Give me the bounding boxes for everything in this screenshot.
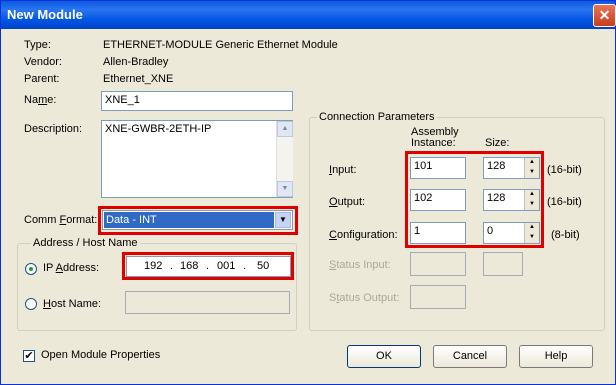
- open-module-properties-checkbox[interactable]: ✔: [23, 350, 35, 362]
- highlight-ip-address: [122, 252, 294, 280]
- status-output-label: Status Output:: [329, 292, 400, 304]
- help-button[interactable]: Help: [519, 345, 593, 368]
- parent-value: Ethernet_XNE: [103, 73, 174, 85]
- status-input-field[interactable]: [410, 252, 466, 276]
- scroll-up-icon[interactable]: ▲: [277, 121, 293, 137]
- output-label: Output:: [329, 196, 366, 208]
- status-output-field[interactable]: [410, 285, 466, 309]
- configuration-label: Configuration:: [329, 229, 398, 241]
- output-size-unit: (16-bit): [547, 196, 582, 208]
- ok-button[interactable]: OK: [347, 345, 421, 368]
- ip-address-label: IP Address:: [43, 262, 100, 274]
- input-size-unit: (16-bit): [547, 164, 582, 176]
- type-label: Type:: [24, 39, 51, 51]
- size-header: Size:: [485, 137, 510, 149]
- configuration-size-unit: (8-bit): [551, 229, 580, 241]
- description-textarea[interactable]: XNE-GWBR-2ETH-IP: [101, 120, 293, 198]
- parent-label: Parent:: [24, 73, 60, 85]
- instance-header: Instance:: [411, 137, 456, 149]
- title-bar[interactable]: New Module ✕: [1, 1, 616, 29]
- host-name-input[interactable]: [125, 291, 290, 314]
- connection-parameters-title: Connection Parameters: [317, 111, 437, 123]
- input-label: Input:: [329, 164, 357, 176]
- address-group-title: Address / Host Name: [31, 237, 140, 249]
- close-icon: ✕: [598, 7, 611, 23]
- description-label: Description:: [24, 123, 83, 135]
- close-button[interactable]: ✕: [593, 4, 616, 27]
- status-input-label: Status Input:: [329, 259, 391, 271]
- cancel-button[interactable]: Cancel: [433, 345, 507, 368]
- description-text: XNE-GWBR-2ETH-IP: [105, 123, 212, 135]
- new-module-dialog: New Module ✕ Type: ETHERNET-MODULE Gener…: [0, 0, 616, 385]
- status-input-size-field[interactable]: [483, 252, 523, 276]
- type-value: ETHERNET-MODULE Generic Ethernet Module: [103, 39, 338, 51]
- checkmark-icon: ✔: [24, 350, 34, 362]
- open-module-properties-label: Open Module Properties: [41, 349, 161, 361]
- ip-address-radio[interactable]: [25, 263, 37, 275]
- name-label: Name:: [24, 94, 57, 106]
- host-name-radio[interactable]: [25, 298, 37, 310]
- highlight-comm-format: [98, 206, 298, 235]
- scroll-down-icon[interactable]: ▼: [277, 181, 293, 197]
- host-name-label: Host Name:: [43, 298, 102, 310]
- name-input[interactable]: XNE_1: [101, 91, 293, 111]
- dialog-title: New Module: [7, 7, 83, 22]
- description-scrollbar[interactable]: ▲ ▼: [276, 121, 293, 197]
- comm-format-label: Comm Format:: [24, 214, 98, 226]
- highlight-connection-fields: [405, 151, 544, 248]
- vendor-label: Vendor:: [24, 56, 62, 68]
- vendor-value: Allen-Bradley: [103, 56, 169, 68]
